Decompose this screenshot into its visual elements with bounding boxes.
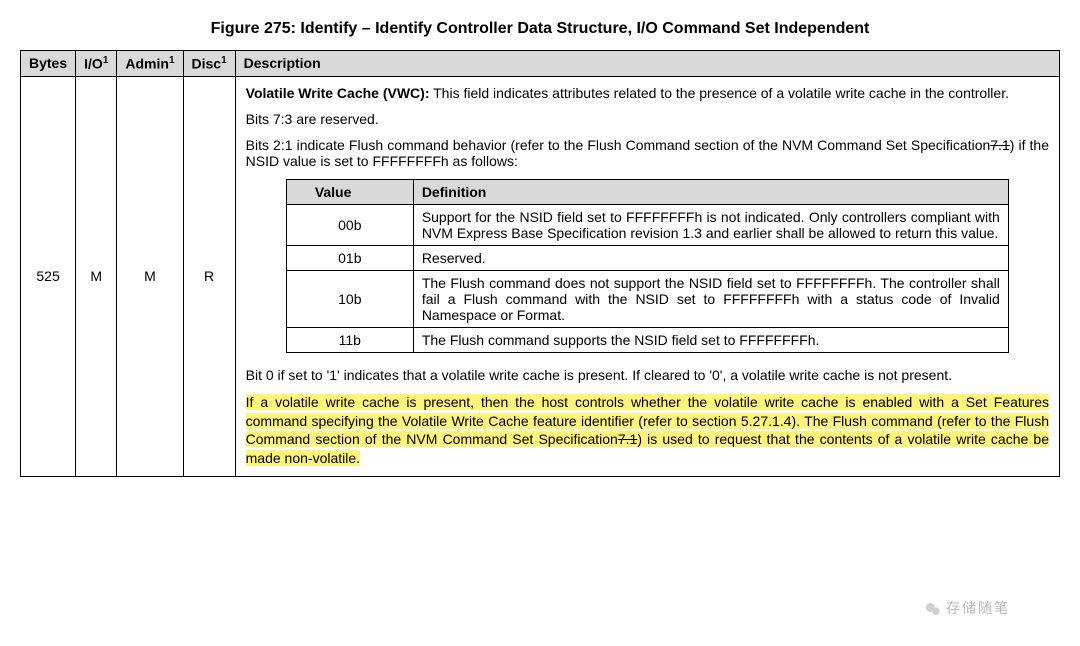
outer-table: Bytes I/O1 Admin1 Disc1 Description 525 … <box>20 50 1060 477</box>
inner-value: 11b <box>286 327 413 352</box>
inner-header-value: Value <box>286 179 413 204</box>
bits73-line: Bits 7:3 are reserved. <box>246 111 1049 127</box>
header-description: Description <box>235 51 1059 77</box>
cell-io: M <box>76 76 117 477</box>
header-bytes: Bytes <box>21 51 76 77</box>
header-io: I/O1 <box>76 51 117 77</box>
header-admin: Admin1 <box>117 51 183 77</box>
inner-definition: The Flush command supports the NSID fiel… <box>413 327 1008 352</box>
inner-definition: Reserved. <box>413 245 1008 270</box>
header-disc: Disc1 <box>183 51 235 77</box>
vwc-line: Volatile Write Cache (VWC): This field i… <box>246 85 1049 101</box>
inner-table: Value Definition 00b Support for the NSI… <box>286 179 1009 353</box>
bits21-line: Bits 2:1 indicate Flush command behavior… <box>246 137 1049 169</box>
highlighted-paragraph: If a volatile write cache is present, th… <box>246 393 1049 469</box>
cell-bytes: 525 <box>21 76 76 477</box>
inner-header-row: Value Definition <box>286 179 1008 204</box>
inner-value: 10b <box>286 270 413 327</box>
inner-value: 00b <box>286 204 413 245</box>
table-row: 525 M M R Volatile Write Cache (VWC): Th… <box>21 76 1060 477</box>
inner-table-wrap: Value Definition 00b Support for the NSI… <box>246 179 1049 353</box>
watermark: 存储随笔 <box>924 598 1010 618</box>
bit0-line: Bit 0 if set to '1' indicates that a vol… <box>246 367 1049 383</box>
inner-row: 11b The Flush command supports the NSID … <box>286 327 1008 352</box>
inner-definition: The Flush command does not support the N… <box>413 270 1008 327</box>
inner-value: 01b <box>286 245 413 270</box>
inner-row: 01b Reserved. <box>286 245 1008 270</box>
cell-disc: R <box>183 76 235 477</box>
wechat-icon <box>924 600 942 618</box>
inner-row: 00b Support for the NSID field set to FF… <box>286 204 1008 245</box>
table-header-row: Bytes I/O1 Admin1 Disc1 Description <box>21 51 1060 77</box>
cell-admin: M <box>117 76 183 477</box>
inner-header-definition: Definition <box>413 179 1008 204</box>
cell-description: Volatile Write Cache (VWC): This field i… <box>235 76 1059 477</box>
inner-definition: Support for the NSID field set to FFFFFF… <box>413 204 1008 245</box>
inner-row: 10b The Flush command does not support t… <box>286 270 1008 327</box>
figure-title: Figure 275: Identify – Identify Controll… <box>20 20 1060 38</box>
